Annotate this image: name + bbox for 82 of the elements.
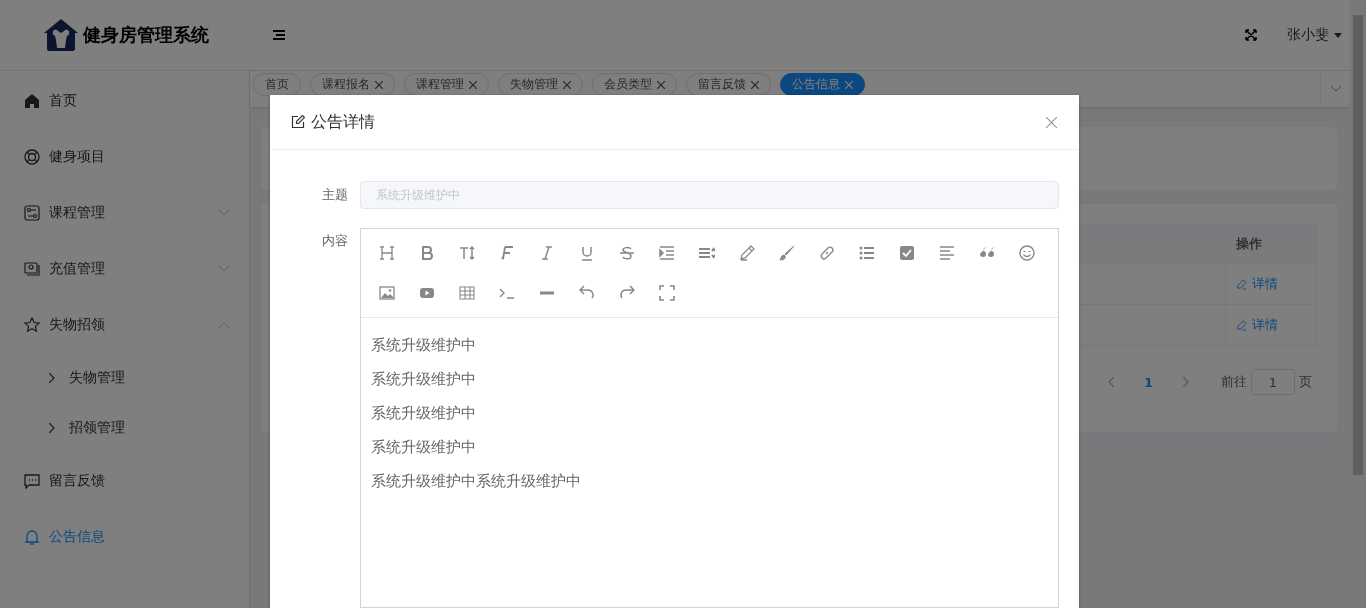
close-icon[interactable] [375, 80, 383, 89]
detail-link[interactable]: 详情 [1236, 316, 1278, 334]
field-label: 主题 [321, 186, 348, 204]
bold-icon[interactable] [419, 245, 435, 261]
video-icon[interactable] [419, 285, 435, 301]
menu-icon[interactable] [273, 30, 285, 40]
line-height-icon[interactable] [699, 245, 715, 261]
italic-icon[interactable] [539, 245, 555, 261]
edit-icon [1236, 278, 1247, 290]
close-icon[interactable] [751, 80, 759, 89]
page-input[interactable]: 1 [1251, 369, 1295, 395]
fullscreen-icon[interactable] [659, 285, 675, 301]
column-header: 操作 [1225, 225, 1316, 263]
paragraph: 系统升级维护中 [371, 403, 477, 424]
paragraph: 系统升级维护中 [371, 369, 477, 390]
chevron-icon [1330, 86, 1341, 92]
image-icon[interactable] [379, 285, 395, 301]
wallet-icon [24, 261, 40, 277]
tab[interactable]: 课程报名 [310, 73, 395, 96]
sidebar-item[interactable]: 首页 [0, 73, 249, 129]
emoji-icon[interactable] [1019, 245, 1035, 261]
chevron-icon [219, 322, 229, 328]
user-menu[interactable]: 张小斐 [1287, 26, 1342, 44]
brush-icon[interactable] [779, 245, 795, 261]
edit-icon [291, 115, 305, 129]
lifebuoy-icon [24, 149, 40, 165]
close-icon[interactable] [1046, 116, 1057, 128]
app-title: 健身房管理系统 [83, 23, 209, 47]
chevron-icon [49, 423, 55, 433]
table-icon[interactable] [459, 285, 475, 301]
bell-icon [24, 529, 40, 545]
tab[interactable]: 留言反馈 [686, 73, 771, 96]
tab[interactable]: 课程管理 [404, 73, 489, 96]
redo-icon[interactable] [619, 285, 635, 301]
detail-link[interactable]: 详情 [1236, 275, 1278, 293]
link-icon[interactable] [819, 245, 835, 261]
close-icon[interactable] [469, 80, 477, 89]
tab[interactable]: 失物管理 [498, 73, 583, 96]
checkbox-icon[interactable] [899, 245, 915, 261]
sidebar-item[interactable]: 留言反馈 [0, 453, 249, 509]
sliders-icon [24, 205, 40, 221]
caret-icon [1334, 32, 1342, 38]
fullscreen-icon[interactable] [1245, 29, 1257, 41]
goto-label: 前往 [1221, 373, 1247, 391]
submenu-item[interactable]: 失物管理 [0, 353, 249, 403]
font-icon[interactable] [499, 245, 515, 261]
edit-icon [1236, 319, 1247, 331]
tab[interactable]: 会员类型 [592, 73, 677, 96]
paragraph: 系统升级维护中 [371, 437, 477, 458]
font-size-icon[interactable] [459, 245, 475, 261]
chevron-icon [219, 266, 229, 272]
sidebar-item[interactable]: 失物招领 [0, 297, 249, 353]
undo-icon[interactable] [579, 285, 595, 301]
field-label: 内容 [321, 232, 348, 250]
star-icon [24, 317, 40, 333]
tab[interactable]: 公告信息 [780, 73, 865, 96]
heading-icon[interactable] [379, 245, 395, 261]
page-suffix: 页 [1299, 373, 1312, 391]
indent-icon[interactable] [659, 245, 675, 261]
pen-icon[interactable] [739, 245, 755, 261]
underline-icon[interactable] [579, 245, 595, 261]
home-icon [24, 93, 40, 109]
page-number[interactable]: 1 [1143, 374, 1153, 390]
tab[interactable]: 首页 [253, 73, 301, 96]
sidebar-item[interactable]: 公告信息 [0, 509, 249, 565]
dialog-title: 公告详情 [311, 111, 375, 133]
chevron-icon [219, 210, 229, 216]
chat-icon [24, 473, 40, 489]
chevron-icon [49, 373, 55, 383]
paragraph: 系统升级维护中 [371, 335, 477, 356]
logo-icon [43, 18, 79, 52]
sidebar-item[interactable]: 健身项目 [0, 129, 249, 185]
submenu-item[interactable]: 招领管理 [0, 403, 249, 453]
paragraph: 系统升级维护中系统升级维护中 [371, 471, 582, 492]
sidebar-item[interactable]: 充值管理 [0, 241, 249, 297]
strike-icon[interactable] [619, 245, 635, 261]
bullet-list-icon[interactable] [859, 245, 875, 261]
close-icon[interactable] [563, 80, 571, 89]
sidebar-item[interactable]: 课程管理 [0, 185, 249, 241]
rich-text-editor[interactable]: 系统升级维护中 系统升级维护中 系统升级维护中 系统升级维护中 系统升级维护中系统升级维护中 [360, 228, 1059, 608]
align-icon[interactable] [939, 245, 955, 261]
close-icon[interactable] [657, 80, 665, 89]
